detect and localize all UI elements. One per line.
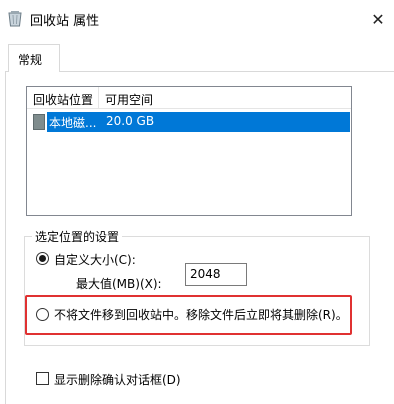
list-item[interactable]: 本地磁... 20.0 GB xyxy=(47,112,350,132)
location-list[interactable]: 回收站位置 可用空间 本地磁... 20.0 GB xyxy=(26,86,352,216)
title-bar: 回收站 属性 ✕ xyxy=(0,0,394,37)
list-header: 回收站位置 可用空间 xyxy=(27,87,351,109)
column-header-location[interactable]: 回收站位置 xyxy=(33,91,93,108)
settings-group-label: 选定位置的设置 xyxy=(32,228,123,245)
highlight-box xyxy=(25,295,352,335)
close-icon: ✕ xyxy=(371,9,385,29)
column-divider[interactable] xyxy=(98,87,99,109)
confirm-delete-label[interactable]: 显示删除确认对话框(D) xyxy=(54,371,181,388)
recycle-bin-icon xyxy=(8,11,22,27)
tab-general[interactable]: 常规 xyxy=(8,44,60,72)
drive-icon xyxy=(33,114,45,130)
close-button[interactable]: ✕ xyxy=(362,6,394,32)
available-space: 20.0 GB xyxy=(106,114,155,128)
confirm-delete-checkbox[interactable] xyxy=(36,372,49,385)
max-size-label: 最大值(MB)(X): xyxy=(76,277,162,291)
location-name: 本地磁... xyxy=(49,116,97,130)
max-size-input[interactable]: 2048 xyxy=(185,263,247,286)
custom-size-label[interactable]: 自定义大小(C): xyxy=(54,251,136,268)
column-header-space[interactable]: 可用空间 xyxy=(105,91,153,108)
tab-label: 常规 xyxy=(18,53,43,67)
window-title: 回收站 属性 xyxy=(30,14,100,29)
custom-size-radio[interactable] xyxy=(36,252,49,265)
